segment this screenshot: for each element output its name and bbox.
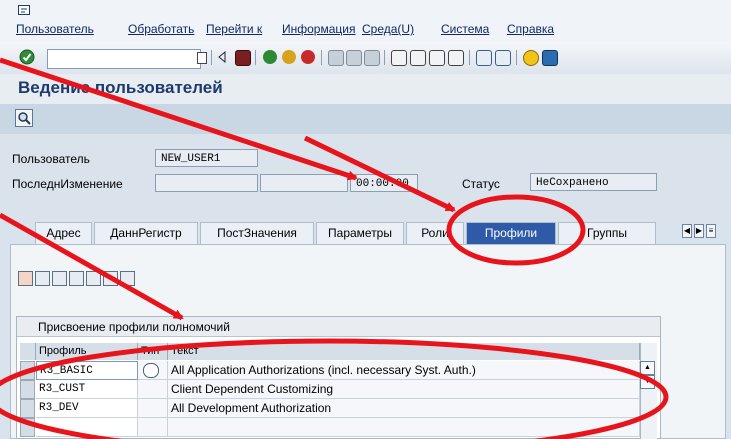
- enter-icon[interactable]: [19, 49, 35, 65]
- tab-list-icon[interactable]: ≡: [706, 224, 716, 238]
- menu-info[interactable]: Информация: [282, 22, 355, 36]
- table-row-type-cell: [138, 418, 168, 437]
- menu-edit[interactable]: Обработать: [128, 22, 194, 36]
- table-row-text-cell: All Application Authorizations (incl. ne…: [168, 361, 640, 380]
- menu-user[interactable]: Пользователь: [16, 22, 94, 36]
- tab-address[interactable]: Адрес: [35, 222, 92, 244]
- delete-row-icon[interactable]: [69, 271, 84, 286]
- table-row-text-cell: Client Dependent Customizing: [168, 380, 640, 399]
- tab-scroll-right-icon[interactable]: ▶: [694, 224, 704, 238]
- layout-icon[interactable]: [542, 50, 558, 66]
- last-change-label: ПоследнИзменение: [12, 177, 123, 191]
- column-header-type[interactable]: Тип: [138, 343, 168, 360]
- find-in-table-icon[interactable]: [103, 271, 118, 286]
- help-icon[interactable]: [523, 50, 539, 66]
- last-change-by-field: [155, 174, 258, 192]
- find-icon[interactable]: [346, 50, 362, 66]
- print-icon[interactable]: [328, 50, 344, 66]
- details-icon[interactable]: [18, 271, 33, 286]
- row-selector[interactable]: [20, 399, 35, 418]
- scroll-down-icon[interactable]: ▼: [640, 375, 655, 389]
- toolbar-separator: [255, 50, 256, 65]
- command-field[interactable]: [47, 49, 201, 69]
- tab-scroll-left-icon[interactable]: ◀: [682, 224, 692, 238]
- column-header-profile[interactable]: Профиль: [36, 343, 138, 360]
- menu-help[interactable]: Справка: [507, 22, 554, 36]
- back-icon[interactable]: [263, 50, 277, 64]
- last-change-date-field: [260, 174, 348, 192]
- prev-page-icon[interactable]: [410, 50, 426, 66]
- find-next-in-table-icon[interactable]: [120, 271, 135, 286]
- table-row-type-cell: [138, 361, 168, 380]
- save-icon[interactable]: [235, 50, 251, 66]
- toolbar-separator: [384, 50, 385, 65]
- display-magnifier-icon[interactable]: [15, 109, 33, 127]
- scroll-up-icon[interactable]: ▲: [640, 361, 655, 375]
- menu-goto[interactable]: Перейти к: [206, 22, 262, 36]
- table-caption: Присвоение профили полномочий: [38, 320, 230, 334]
- row-selector[interactable]: [20, 418, 35, 437]
- table-row-text-cell: [168, 418, 640, 437]
- page-title: Ведение пользователей: [18, 78, 223, 97]
- menu-environment[interactable]: Среда(U): [362, 22, 414, 36]
- application-toolbar: [0, 104, 731, 134]
- cancel-icon[interactable]: [301, 50, 315, 64]
- table-row-profile-cell[interactable]: R3_DEV: [36, 399, 138, 418]
- table-row-profile-cell[interactable]: R3_BASIC: [36, 361, 138, 380]
- expand-left-icon[interactable]: [218, 51, 226, 63]
- tab-roles[interactable]: Роли: [406, 222, 464, 244]
- first-page-icon[interactable]: [391, 50, 407, 66]
- toolbar-separator: [469, 50, 470, 65]
- last-change-time-field: 00:00:00: [350, 174, 418, 192]
- user-label: Пользователь: [12, 152, 90, 166]
- column-header-text[interactable]: Текст: [168, 343, 640, 360]
- row-selector[interactable]: [20, 361, 35, 380]
- deselect-all-icon[interactable]: [52, 271, 67, 286]
- tab-profiles[interactable]: Профили: [466, 222, 556, 244]
- tab-groups[interactable]: Группы: [558, 222, 656, 244]
- menu-system[interactable]: Система: [441, 22, 489, 36]
- exit-icon[interactable]: [282, 50, 296, 64]
- select-all-icon[interactable]: [35, 271, 50, 286]
- table-row-type-cell: [138, 380, 168, 399]
- find-next-icon[interactable]: [364, 50, 380, 66]
- toolbar-separator: [516, 50, 517, 65]
- toolbar-separator: [321, 50, 322, 65]
- user-field[interactable]: NEW_USER1: [155, 149, 258, 167]
- system-menu-icon[interactable]: [18, 5, 30, 15]
- toolbar-separator: [211, 50, 212, 65]
- shortcut-icon[interactable]: [495, 50, 511, 66]
- table-row-type-cell: [138, 399, 168, 418]
- table-row-profile-cell[interactable]: [36, 418, 138, 437]
- next-page-icon[interactable]: [429, 50, 445, 66]
- last-page-icon[interactable]: [448, 50, 464, 66]
- table-row-profile-cell[interactable]: R3_CUST: [36, 380, 138, 399]
- tab-parameters[interactable]: Параметры: [316, 222, 404, 244]
- tab-logon-data[interactable]: ДаннРегистр: [94, 222, 198, 244]
- table-corner-selector[interactable]: [20, 343, 36, 360]
- composite-profile-icon[interactable]: [143, 363, 159, 378]
- command-field-dropdown-icon[interactable]: [197, 52, 207, 64]
- create-session-icon[interactable]: [476, 50, 492, 66]
- table-row-text-cell: All Development Authorization: [168, 399, 640, 418]
- status-label: Статус: [462, 177, 500, 191]
- filter-icon[interactable]: [86, 271, 101, 286]
- row-selector[interactable]: [20, 380, 35, 399]
- status-field: НеСохранено: [530, 173, 657, 191]
- tab-defaults[interactable]: ПостЗначения: [200, 222, 314, 244]
- table-vertical-scrollbar[interactable]: [640, 343, 657, 439]
